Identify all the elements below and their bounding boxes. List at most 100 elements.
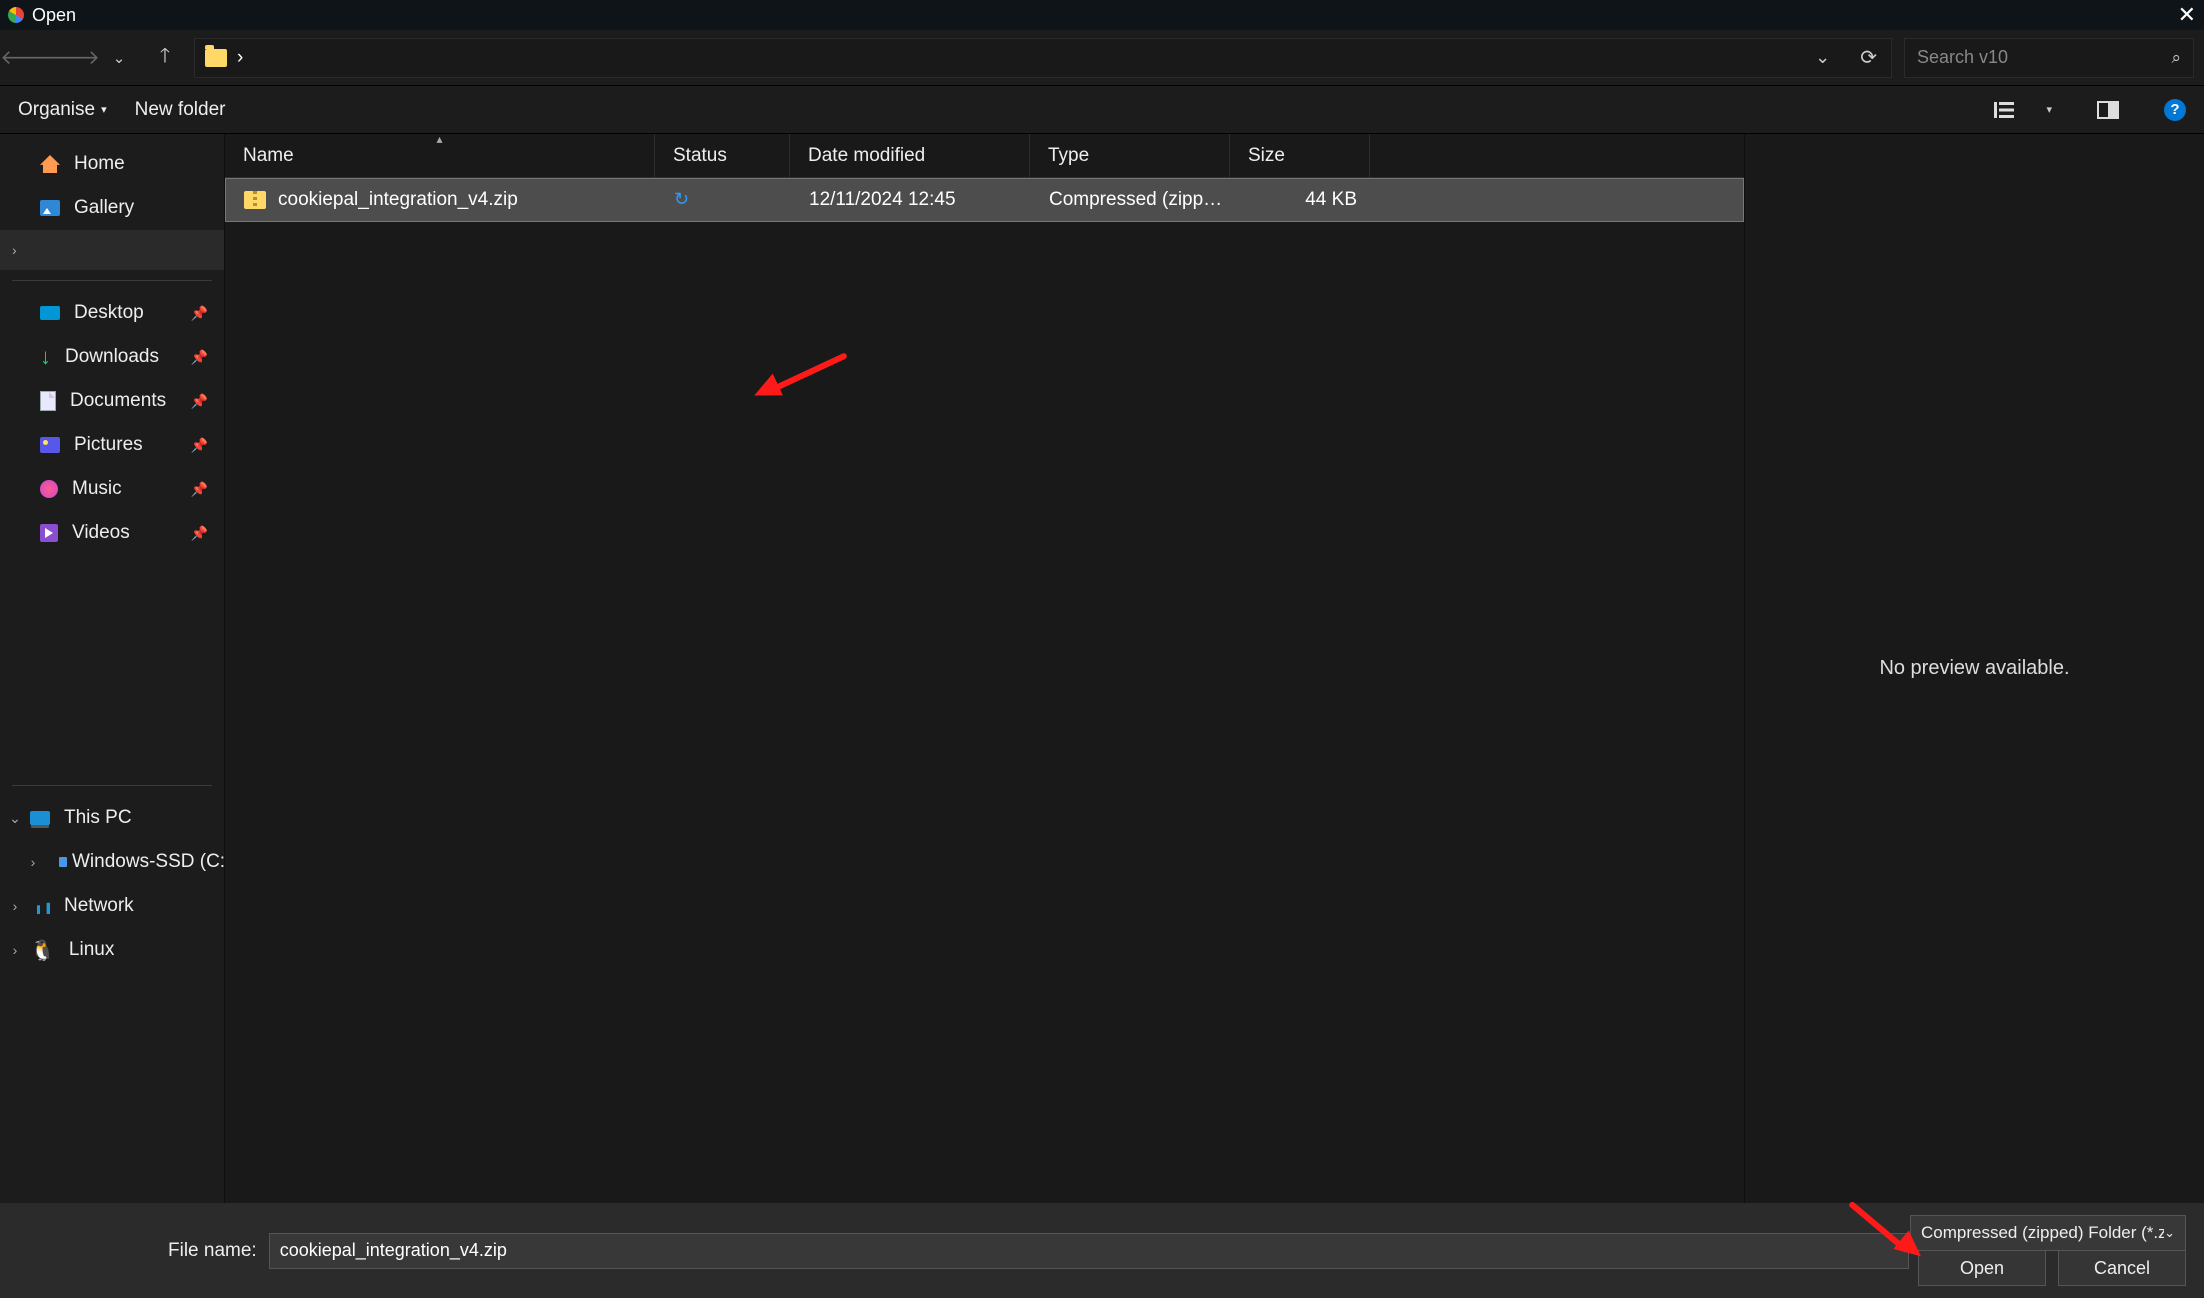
organise-label: Organise — [18, 99, 95, 121]
help-icon[interactable]: ? — [2164, 99, 2186, 121]
separator — [12, 280, 212, 281]
toolbar: Organise ▾ New folder ▾ ? — [0, 86, 2204, 134]
home-icon — [40, 155, 60, 173]
file-name-label: File name: — [168, 1240, 257, 1262]
col-status[interactable]: Status — [655, 134, 790, 177]
sidebar-item-downloads[interactable]: ↓ Downloads 📌 — [0, 335, 224, 379]
footer: File name: Compressed (zipped) Folder (*… — [0, 1203, 2204, 1298]
network-icon — [30, 898, 50, 914]
file-row[interactable]: cookiepal_integration_v4.zip ↻ 12/11/202… — [225, 178, 1744, 222]
file-name: cookiepal_integration_v4.zip — [278, 189, 518, 211]
new-folder-button[interactable]: New folder — [135, 99, 226, 121]
folder-icon — [205, 49, 227, 67]
col-label: Size — [1248, 145, 1285, 167]
new-folder-label: New folder — [135, 99, 226, 121]
chevron-right-icon[interactable]: › — [8, 942, 22, 958]
back-button[interactable]: 🡐 — [10, 41, 44, 75]
col-type[interactable]: Type — [1030, 134, 1230, 177]
pin-icon: 📌 — [191, 525, 208, 542]
preview-text: No preview available. — [1879, 657, 2069, 680]
file-date-cell: 12/11/2024 12:45 — [791, 189, 1031, 211]
col-label: Status — [673, 145, 727, 167]
linux-icon: 🐧 — [30, 938, 55, 963]
address-bar[interactable]: › ⌄ ⟳ — [194, 38, 1892, 78]
sidebar-item-music[interactable]: Music 📌 — [0, 467, 224, 511]
sidebar-item-linux[interactable]: › 🐧 Linux — [0, 928, 224, 972]
sidebar-item-pictures[interactable]: Pictures 📌 — [0, 423, 224, 467]
sidebar-item-home[interactable]: Home — [0, 142, 224, 186]
view-mode-button[interactable] — [1990, 98, 2018, 122]
cancel-label: Cancel — [2094, 1258, 2150, 1279]
pc-icon — [30, 811, 50, 825]
sidebar-expand-row[interactable]: › — [0, 230, 224, 270]
file-type-select[interactable]: Compressed (zipped) Folder (*.z ⌄ — [1910, 1215, 2186, 1251]
chevron-right-icon[interactable]: › — [26, 854, 40, 870]
sidebar-item-videos[interactable]: Videos 📌 — [0, 511, 224, 555]
sidebar-label: Music — [72, 478, 122, 500]
sidebar-label: Desktop — [74, 302, 144, 324]
col-label: Type — [1048, 145, 1089, 167]
file-status-cell: ↻ — [656, 189, 791, 211]
open-button[interactable]: Open — [1918, 1250, 2046, 1286]
list-view-icon — [1994, 102, 2014, 118]
preview-pane-button[interactable] — [2094, 98, 2122, 122]
cancel-button[interactable]: Cancel — [2058, 1250, 2186, 1286]
sidebar: Home Gallery › Desktop 📌 ↓ Downloads 📌 D… — [0, 134, 225, 1203]
file-name-input[interactable] — [269, 1233, 1909, 1269]
forward-button[interactable]: 🡒 — [56, 41, 90, 75]
sidebar-item-gallery[interactable]: Gallery — [0, 186, 224, 230]
chevron-down-icon[interactable]: ⌄ — [8, 810, 22, 827]
close-icon[interactable]: ✕ — [2178, 2, 2196, 28]
sidebar-item-this-pc[interactable]: ⌄ This PC — [0, 796, 224, 840]
search-icon: ⌕ — [2171, 48, 2181, 68]
chrome-icon — [8, 7, 24, 23]
sidebar-item-desktop[interactable]: Desktop 📌 — [0, 291, 224, 335]
sidebar-item-documents[interactable]: Documents 📌 — [0, 379, 224, 423]
col-date-modified[interactable]: Date modified — [790, 134, 1030, 177]
pin-icon: 📌 — [191, 437, 208, 454]
chevron-down-icon[interactable]: ▾ — [2046, 103, 2052, 116]
sidebar-label: Documents — [70, 390, 166, 412]
sort-asc-icon: ▴ — [436, 132, 442, 146]
up-button[interactable]: 🡑 — [148, 41, 182, 75]
address-dropdown-icon[interactable]: ⌄ — [1809, 47, 1836, 68]
organise-menu[interactable]: Organise ▾ — [18, 99, 107, 121]
sidebar-label: Videos — [72, 522, 130, 544]
col-size[interactable]: Size — [1230, 134, 1370, 177]
sidebar-item-network[interactable]: › Network — [0, 884, 224, 928]
preview-pane-icon — [2097, 101, 2119, 119]
file-list: ▴ Name Status Date modified Type Size co… — [225, 134, 1744, 1203]
nav-bar: 🡐 🡒 ⌄ 🡑 › ⌄ ⟳ ⌕ — [0, 30, 2204, 86]
sync-icon: ↻ — [674, 189, 689, 209]
pin-icon: 📌 — [191, 349, 208, 366]
col-name[interactable]: ▴ Name — [225, 134, 655, 177]
search-input[interactable] — [1917, 47, 2171, 68]
refresh-icon[interactable]: ⟳ — [1856, 45, 1881, 70]
sidebar-label: Windows-SSD (C:) — [72, 851, 225, 873]
main-area: Home Gallery › Desktop 📌 ↓ Downloads 📌 D… — [0, 134, 2204, 1203]
preview-pane: No preview available. — [1744, 134, 2204, 1203]
file-type-cell: Compressed (zipped)... — [1031, 189, 1231, 211]
sidebar-label: Home — [74, 153, 125, 175]
chevron-right-icon[interactable]: › — [8, 898, 22, 914]
file-type-label: Compressed (zipped) Folder (*.z — [1921, 1223, 2164, 1243]
music-icon — [40, 480, 58, 498]
file-name-cell: cookiepal_integration_v4.zip — [226, 189, 656, 211]
sidebar-item-windows-ssd[interactable]: › Windows-SSD (C:) — [0, 840, 224, 884]
document-icon — [40, 391, 56, 411]
sidebar-label: Gallery — [74, 197, 134, 219]
open-label: Open — [1960, 1258, 2004, 1279]
recent-dropdown[interactable]: ⌄ — [102, 41, 136, 75]
file-size-cell: 44 KB — [1231, 189, 1371, 211]
col-label: Name — [243, 145, 294, 167]
search-box[interactable]: ⌕ — [1904, 38, 2194, 78]
window-title: Open — [32, 5, 76, 26]
pin-icon: 📌 — [191, 393, 208, 410]
sidebar-label: Downloads — [65, 346, 159, 368]
pin-icon: 📌 — [191, 481, 208, 498]
chevron-right-icon: › — [12, 242, 17, 258]
pin-icon: 📌 — [191, 305, 208, 322]
file-area: ▴ Name Status Date modified Type Size co… — [225, 134, 2204, 1203]
sidebar-label: Linux — [69, 939, 114, 961]
chevron-down-icon: ▾ — [101, 103, 107, 116]
